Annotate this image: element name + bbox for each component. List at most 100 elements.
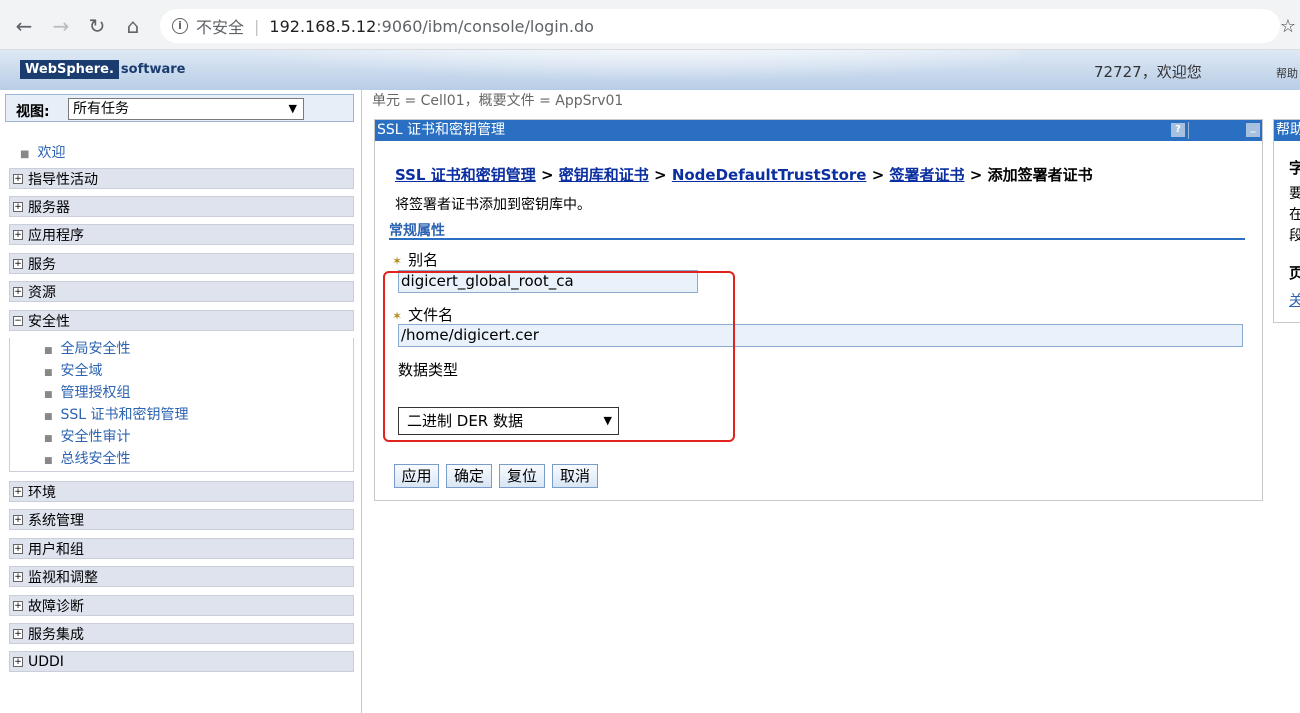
breadcrumb-separator: > (540, 166, 554, 184)
sidebar-subitem-security-domains[interactable]: ■ 安全域 (44, 360, 103, 380)
bullet-icon: ■ (44, 434, 53, 444)
reset-button[interactable]: 复位 (499, 464, 545, 488)
bullet-icon: ■ (44, 412, 53, 422)
expand-icon: + (13, 571, 23, 582)
expand-icon: + (13, 201, 23, 212)
logo-suffix: software (120, 61, 186, 77)
sidebar-welcome-label: 欢迎 (37, 145, 66, 161)
help-text: 在 (1289, 204, 1300, 224)
sidebar-subitem-security-auditing[interactable]: ■ 安全性审计 (44, 426, 131, 446)
breadcrumb-ssl[interactable]: SSL 证书和密钥管理 (395, 166, 536, 184)
help-link[interactable]: 帮助 (1276, 65, 1298, 81)
view-selector-box: 视图: 所有任务 ▼ (5, 94, 354, 122)
sidebar-item-services[interactable]: + 服务 (9, 253, 354, 274)
breadcrumb-truststore[interactable]: NodeDefaultTrustStore (672, 166, 867, 184)
minimize-icon[interactable]: _ (1246, 123, 1260, 137)
browser-toolbar: ← → ↻ ⌂ i 不安全 | 192.168.5.12:9060/ibm/co… (0, 0, 1300, 50)
expand-icon: + (13, 173, 23, 184)
main-content: 单元 = Cell01，概要文件 = AppSrv01 SSL 证书和密钥管理 … (363, 90, 1300, 713)
sidebar-item-service-integration[interactable]: + 服务集成 (9, 623, 354, 644)
forward-icon[interactable]: → (45, 10, 77, 42)
url-path: :9060/ibm/console/login.do (376, 16, 594, 36)
info-icon[interactable]: i (172, 18, 188, 34)
address-bar[interactable]: i 不安全 | 192.168.5.12:9060/ibm/console/lo… (160, 9, 1280, 43)
sidebar-item-servers[interactable]: + 服务器 (9, 196, 354, 217)
sidebar-subitem-label: 安全性审计 (60, 429, 131, 445)
section-title: 常规属性 (389, 220, 1245, 240)
navigation-sidebar: 视图: 所有任务 ▼ ■ 欢迎 + 指导性活动 + 服务器 + 应用程序 + 服务 + 资源… (0, 90, 362, 713)
ok-button[interactable]: 确定 (446, 464, 492, 488)
sidebar-item-resources[interactable]: + 资源 (9, 281, 354, 302)
sidebar-item-label: 指导性活动 (28, 171, 98, 188)
sidebar-item-monitoring[interactable]: + 监视和调整 (9, 566, 354, 587)
sidebar-item-environment[interactable]: + 环境 (9, 481, 354, 502)
sidebar-item-security[interactable]: − 安全性 (9, 310, 354, 331)
sidebar-subitem-label: 总线安全性 (60, 451, 131, 467)
breadcrumb-signer-certs[interactable]: 签署者证书 (890, 166, 965, 184)
help-text: 页 (1289, 262, 1300, 283)
required-icon: ✶ (392, 254, 403, 268)
collapse-icon: − (13, 315, 23, 326)
sidebar-item-label: 资源 (28, 284, 56, 301)
reload-icon[interactable]: ↻ (81, 10, 113, 42)
sidebar-item-system-admin[interactable]: + 系统管理 (9, 509, 354, 530)
sidebar-subitem-ssl-key-management[interactable]: ■ SSL 证书和密钥管理 (44, 404, 189, 424)
sidebar-item-label: 用户和组 (28, 541, 84, 558)
expand-icon: + (13, 600, 23, 611)
websphere-logo: WebSphere. software (20, 58, 185, 80)
sidebar-item-label: 服务 (28, 256, 56, 273)
help-link-text[interactable]: 关 (1289, 290, 1300, 310)
panel-title: SSL 证书和密钥管理 (375, 120, 1262, 141)
banner-swoosh (120, 50, 1020, 90)
back-icon[interactable]: ← (8, 10, 40, 42)
alias-label-text: 别名 (408, 251, 439, 269)
sidebar-welcome[interactable]: ■ 欢迎 (20, 142, 65, 162)
bullet-icon: ■ (44, 368, 53, 378)
help-text: 字 (1289, 157, 1300, 178)
view-label: 视图: (16, 104, 50, 120)
bullet-icon: ■ (20, 149, 30, 160)
insecure-label: 不安全 (196, 18, 245, 37)
expand-icon: + (13, 628, 23, 639)
breadcrumb-separator: > (871, 166, 885, 184)
sidebar-item-applications[interactable]: + 应用程序 (9, 224, 354, 245)
help-question-icon[interactable]: ? (1171, 123, 1185, 137)
apply-button[interactable]: 应用 (394, 464, 439, 488)
sidebar-subitem-admin-auth-groups[interactable]: ■ 管理授权组 (44, 382, 131, 402)
sidebar-item-label: 系统管理 (28, 512, 84, 529)
welcome-user: 72727，欢迎您 (1094, 63, 1202, 81)
sidebar-subitem-label: 全局安全性 (60, 341, 131, 357)
sidebar-item-label: 应用程序 (28, 227, 84, 244)
chevron-down-icon: ▼ (288, 102, 297, 115)
help-text: 要 (1289, 183, 1300, 203)
sidebar-subitem-label: 安全域 (60, 363, 103, 379)
sidebar-item-label: 安全性 (28, 313, 70, 330)
alias-label: ✶ 别名 (392, 249, 438, 270)
home-icon[interactable]: ⌂ (117, 10, 149, 42)
sidebar-item-label: 故障诊断 (28, 598, 84, 615)
sidebar-item-label: UDDI (28, 653, 64, 670)
sidebar-item-label: 服务器 (28, 199, 70, 216)
sidebar-item-label: 环境 (28, 484, 56, 501)
help-text: 段 (1289, 225, 1300, 245)
expand-icon: + (13, 486, 23, 497)
sidebar-item-uddi[interactable]: + UDDI (9, 651, 354, 672)
sidebar-subitem-label: 管理授权组 (60, 385, 131, 401)
view-select[interactable]: 所有任务 ▼ (68, 98, 304, 120)
bullet-icon: ■ (44, 346, 53, 356)
logo-brand: WebSphere. (20, 59, 119, 79)
sidebar-item-guided-activities[interactable]: + 指导性活动 (9, 168, 354, 189)
sidebar-item-users-groups[interactable]: + 用户和组 (9, 538, 354, 559)
sidebar-item-troubleshooting[interactable]: + 故障诊断 (9, 595, 354, 616)
sidebar-subitem-global-security[interactable]: ■ 全局安全性 (44, 338, 131, 358)
sidebar-item-label: 监视和调整 (28, 569, 98, 586)
highlight-box (383, 271, 735, 442)
bookmark-star-icon[interactable]: ☆ (1280, 16, 1296, 37)
help-panel: 帮助 字 要 在 段 页 关 (1273, 119, 1300, 323)
panel-title-divider (1188, 122, 1189, 139)
sidebar-subitem-bus-security[interactable]: ■ 总线安全性 (44, 448, 131, 468)
console-banner: WebSphere. software 72727，欢迎您 帮助 (0, 50, 1300, 90)
expand-icon: + (13, 286, 23, 297)
cancel-button[interactable]: 取消 (552, 464, 598, 488)
breadcrumb-keystores[interactable]: 密钥库和证书 (559, 166, 649, 184)
